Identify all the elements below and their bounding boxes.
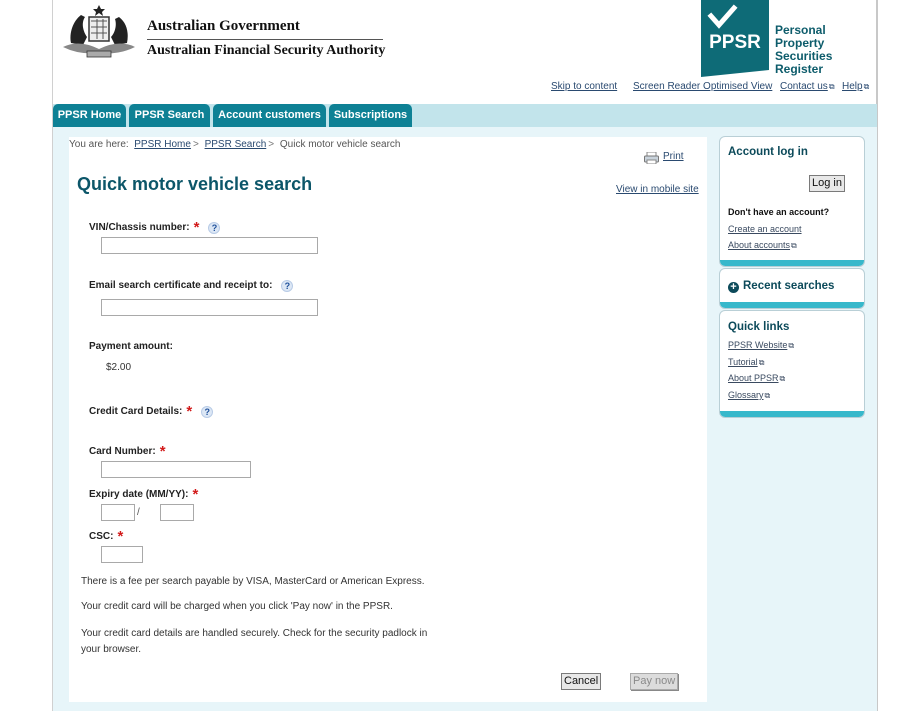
required-icon: *: [159, 443, 166, 460]
external-link-icon: ⧉: [779, 374, 786, 383]
skip-to-content-link[interactable]: Skip to content: [551, 81, 617, 92]
required-icon: *: [186, 403, 193, 420]
csc-input[interactable]: [101, 546, 143, 563]
agency-title: Australian Financial Security Authority: [147, 43, 386, 58]
quick-links-title: Quick links: [728, 321, 790, 333]
security-note: Your credit card details are handled sec…: [81, 628, 428, 655]
quick-link-ppsr-website[interactable]: PPSR Website⧉: [728, 340, 794, 351]
screen-reader-view-link[interactable]: Screen Reader Optimised View: [633, 81, 772, 92]
recent-searches-panel[interactable]: + Recent searches: [719, 268, 865, 309]
cancel-button[interactable]: Cancel: [561, 673, 602, 690]
help-icon[interactable]: ?: [281, 280, 294, 292]
page-container: Australian Government Australian Financi…: [52, 0, 878, 711]
quick-link-glossary[interactable]: Glossary⧉: [728, 390, 770, 401]
vin-input[interactable]: [101, 237, 318, 254]
help-icon[interactable]: ?: [201, 406, 214, 418]
expiry-date-label: Expiry date (MM/YY): *: [89, 486, 199, 503]
quick-link-about-ppsr[interactable]: About PPSR⧉: [728, 373, 785, 384]
account-login-panel: Account log in Log in Don't have an acco…: [719, 136, 865, 267]
create-account-link[interactable]: Create an account: [728, 224, 802, 234]
card-number-label: Card Number: *: [89, 443, 166, 460]
svg-text:PPSR: PPSR: [709, 32, 761, 53]
external-link-icon: ⧉: [863, 82, 870, 91]
charge-note: Your credit card will be charged when yo…: [81, 601, 393, 612]
register-name: Personal Property Securities Register: [775, 23, 833, 76]
external-link-icon: ⧉: [788, 341, 795, 350]
government-title: Australian Government: [147, 18, 300, 34]
login-button[interactable]: Log in: [809, 175, 845, 192]
ppsr-logo: PPSR: [701, 0, 769, 77]
external-link-icon: ⧉: [828, 82, 835, 91]
expiry-month-input[interactable]: [101, 504, 135, 521]
required-icon: *: [192, 486, 199, 503]
tab-subscriptions[interactable]: Subscriptions: [329, 104, 412, 127]
tab-account-customers[interactable]: Account customers: [213, 104, 326, 127]
help-link[interactable]: Help⧉: [842, 81, 869, 92]
expand-plus-icon: +: [728, 282, 739, 293]
external-link-icon: ⧉: [764, 391, 771, 400]
tab-ppsr-home[interactable]: PPSR Home: [53, 104, 126, 127]
breadcrumb: You are here: PPSR Home > PPSR Search > Qu…: [69, 139, 401, 150]
external-link-icon: ⧉: [791, 241, 797, 250]
email-input[interactable]: [101, 299, 318, 316]
card-number-input[interactable]: [101, 461, 251, 478]
breadcrumb-ppsr-search[interactable]: PPSR Search: [205, 139, 267, 150]
coat-of-arms-icon: [63, 5, 135, 58]
help-icon[interactable]: ?: [208, 222, 221, 234]
fee-note: There is a fee per search payable by VIS…: [81, 576, 425, 587]
required-icon: *: [117, 528, 124, 545]
recent-searches-toggle[interactable]: + Recent searches: [728, 280, 834, 293]
breadcrumb-current: Quick motor vehicle search: [279, 139, 401, 150]
title-divider: [147, 39, 383, 40]
expiry-separator: /: [137, 507, 140, 518]
page-title: Quick motor vehicle search: [77, 174, 313, 194]
credit-card-details-label: Credit Card Details: *?: [89, 401, 214, 420]
required-icon: *: [193, 219, 200, 236]
about-accounts-link[interactable]: About accounts⧉: [728, 240, 797, 251]
email-label: Email search certificate and receipt to:…: [89, 279, 294, 292]
pay-now-button[interactable]: Pay now: [630, 673, 679, 690]
csc-label: CSC: *: [89, 528, 124, 545]
breadcrumb-separator: >: [268, 139, 275, 150]
panel-footer: [720, 260, 864, 266]
vin-label: VIN/Chassis number: *?: [89, 217, 221, 236]
view-mobile-site-link[interactable]: View in mobile site: [616, 184, 699, 195]
account-login-title: Account log in: [728, 146, 808, 158]
external-link-icon: ⧉: [758, 358, 765, 367]
contact-us-link[interactable]: Contact us⧉: [780, 81, 835, 92]
no-account-text: Don't have an account?: [728, 207, 830, 217]
panel-footer: [720, 302, 864, 308]
breadcrumb-ppsr-home[interactable]: PPSR Home: [134, 139, 191, 150]
tab-ppsr-search[interactable]: PPSR Search: [129, 104, 210, 127]
quick-link-tutorial[interactable]: Tutorial⧉: [728, 357, 764, 368]
payment-amount-label: Payment amount:: [89, 341, 173, 352]
payment-amount-value: $2.00: [106, 362, 132, 373]
quick-links-panel: Quick links PPSR Website⧉ Tutorial⧉ Abou…: [719, 310, 865, 418]
print-link[interactable]: Print: [644, 151, 684, 164]
printer-icon: [644, 152, 659, 164]
panel-footer: [720, 411, 864, 417]
breadcrumb-separator: >: [192, 139, 199, 150]
expiry-year-input[interactable]: [160, 504, 194, 521]
